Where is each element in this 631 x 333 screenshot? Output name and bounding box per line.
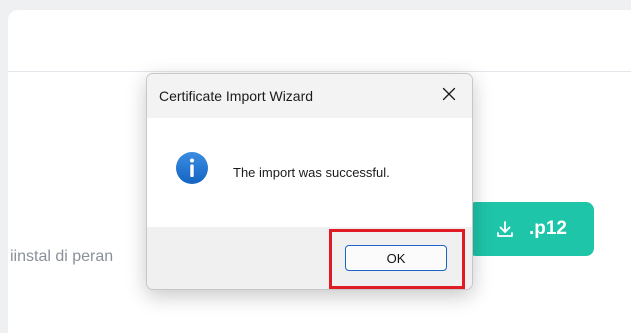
download-p12-button[interactable]: .p12 xyxy=(468,202,594,256)
dialog-title: Certificate Import Wizard xyxy=(159,88,314,104)
ok-button-highlight xyxy=(329,229,465,289)
dialog-titlebar: Certificate Import Wizard xyxy=(147,74,472,118)
close-icon xyxy=(442,87,456,106)
install-instructions-text: iinstal di peran xyxy=(10,248,114,265)
dialog-message-area: The import was successful. xyxy=(147,118,472,227)
info-icon xyxy=(175,151,209,185)
download-icon xyxy=(495,219,515,239)
header-divider xyxy=(8,71,631,72)
download-button-label: .p12 xyxy=(528,218,568,239)
close-button[interactable] xyxy=(426,74,472,118)
dialog-message: The import was successful. xyxy=(233,165,390,180)
